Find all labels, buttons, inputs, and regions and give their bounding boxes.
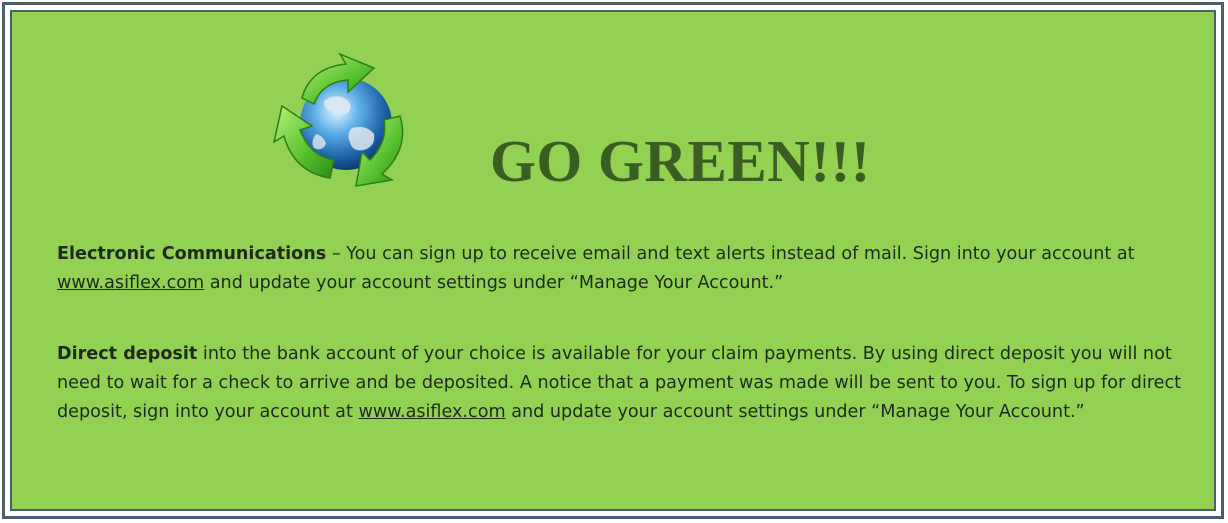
electronic-communications-paragraph: Electronic Communications – You can sign… xyxy=(57,240,1187,298)
electronic-communications-title: Electronic Communications xyxy=(57,244,327,264)
direct-deposit-title: Direct deposit xyxy=(57,344,198,364)
direct-deposit-paragraph: Direct deposit into the bank account of … xyxy=(57,340,1187,427)
asiflex-link[interactable]: www.asiflex.com xyxy=(358,402,505,422)
page-title: GO GREEN!!! xyxy=(490,128,871,194)
electronic-communications-text: – You can sign up to receive email and t… xyxy=(326,244,1135,264)
direct-deposit-text-end: and update your account settings under “… xyxy=(505,402,1085,422)
asiflex-link[interactable]: www.asiflex.com xyxy=(57,273,204,293)
recycle-globe-icon xyxy=(272,52,404,187)
electronic-communications-text-end: and update your account settings under “… xyxy=(204,273,784,293)
